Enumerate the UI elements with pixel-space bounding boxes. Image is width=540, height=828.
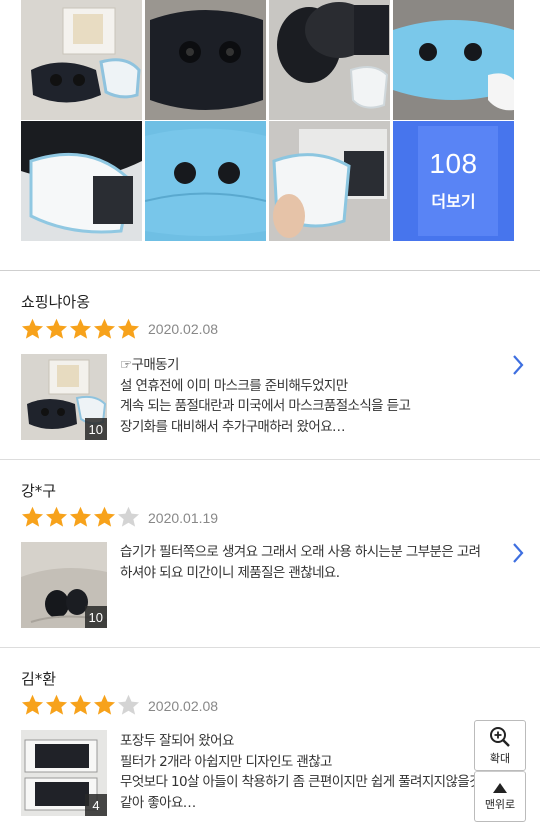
review-photo-thumbnail[interactable] xyxy=(21,121,142,241)
review-text-line: 포장두 잘되어 왔어요 xyxy=(120,733,234,749)
star-rating xyxy=(21,318,140,340)
star-icon xyxy=(21,694,44,715)
reviewer-name: 김*환 xyxy=(21,670,57,688)
review-photo-thumbnail[interactable] xyxy=(21,0,142,120)
review-text-line: 습기가 필터쪽으로 생겨요 그래서 오래 사용 하시는분 그부분은 고려 xyxy=(120,544,481,560)
arrow-up-icon xyxy=(493,782,507,793)
review-text-line: 필터가 2개라 아쉽지만 디자인도 괜찮고 xyxy=(120,753,332,770)
section-divider xyxy=(0,270,540,271)
star-icon xyxy=(93,694,116,715)
review-item[interactable]: 강*구 2020.01.19 10 습기가 필터쪽으로 생겨요 그래서 오래 사… xyxy=(0,460,540,647)
review-text: 습기가 필터쪽으로 생겨요 그래서 오래 사용 하시는분 그부분은 고려 하셔야… xyxy=(120,542,500,583)
more-photos-count: 108 xyxy=(429,148,478,179)
scroll-to-top-label: 맨위로 xyxy=(484,797,516,811)
star-icon xyxy=(117,318,140,339)
review-text: ☞구매동기 설 연휴전에 이미 마스크를 준비해두었지만 계속 되는 품절대란과… xyxy=(120,355,500,437)
review-date: 2020.02.08 xyxy=(148,698,219,714)
review-item[interactable]: 김*환 2020.02.08 4 포장두 잘되어 왔어요 필터가 2개라 아쉽지… xyxy=(0,648,540,828)
more-photos-label: 더보기 xyxy=(431,192,476,211)
more-photos-overlay: 108 더보기 xyxy=(393,121,514,241)
review-text-line: 하셔야 되요 미간이니 제품질은 괜찮네요. xyxy=(120,564,340,581)
review-date: 2020.02.08 xyxy=(148,321,219,337)
star-icon xyxy=(93,318,116,339)
star-icon xyxy=(21,318,44,339)
chevron-right-icon[interactable] xyxy=(511,354,525,376)
zoom-in-icon xyxy=(490,726,510,747)
star-icon xyxy=(45,694,68,715)
review-text-line: 무엇보다 10살 아들이 착용하기 좀 큰편이지만 쉽게 풀려지지않을것 xyxy=(120,774,482,790)
star-icon xyxy=(117,694,140,715)
chevron-right-icon[interactable] xyxy=(511,542,525,564)
star-icon xyxy=(45,318,68,339)
review-text: 포장두 잘되어 왔어요 필터가 2개라 아쉽지만 디자인도 괜찮고 무엇보다 1… xyxy=(120,731,500,813)
star-icon xyxy=(117,506,140,527)
review-text-line: 장기화를 대비해서 추가구매하러 왔어요… xyxy=(120,418,346,435)
review-photo-thumbnail[interactable] xyxy=(393,0,514,120)
star-icon xyxy=(69,506,92,527)
review-photo-thumbnail[interactable] xyxy=(269,121,390,241)
review-thumbnail[interactable]: 4 xyxy=(21,730,107,816)
reviewer-name: 쇼핑냐아옹 xyxy=(21,293,91,311)
review-date: 2020.01.19 xyxy=(148,510,219,526)
review-photo-thumbnail[interactable] xyxy=(145,121,266,241)
review-photo-thumbnail[interactable] xyxy=(145,0,266,120)
review-thumbnail[interactable]: 10 xyxy=(21,354,107,440)
star-rating xyxy=(21,694,140,716)
star-icon xyxy=(69,318,92,339)
review-text-line: 계속 되는 품절대란과 미국에서 마스크품절소식을 듣고 xyxy=(120,398,411,414)
review-photo-thumbnail[interactable] xyxy=(269,0,390,120)
star-icon xyxy=(69,694,92,715)
photo-count-badge: 10 xyxy=(84,606,107,628)
star-icon xyxy=(21,506,44,527)
photo-count-badge: 4 xyxy=(85,794,107,816)
photo-count-badge: 10 xyxy=(84,418,107,440)
review-text-line: 같아 좋아요… xyxy=(120,794,196,811)
review-item[interactable]: 쇼핑냐아옹 2020.02.08 10 ☞구매동기 설 연휴전에 이미 마스크를… xyxy=(0,272,540,459)
scroll-to-top-button[interactable]: 맨위로 xyxy=(474,771,526,822)
zoom-button[interactable]: 확대 xyxy=(474,720,526,771)
review-text-line: ☞구매동기 xyxy=(120,357,179,373)
more-photos-button[interactable]: 108 더보기 xyxy=(393,121,514,241)
zoom-button-label: 확대 xyxy=(489,751,511,765)
review-photo-grid: 108 더보기 xyxy=(21,0,517,241)
reviewer-name: 강*구 xyxy=(21,482,57,500)
star-icon xyxy=(45,506,68,527)
star-rating xyxy=(21,506,140,528)
review-thumbnail[interactable]: 10 xyxy=(21,542,107,628)
star-icon xyxy=(93,506,116,527)
review-text-line: 설 연휴전에 이미 마스크를 준비해두었지만 xyxy=(120,377,348,394)
